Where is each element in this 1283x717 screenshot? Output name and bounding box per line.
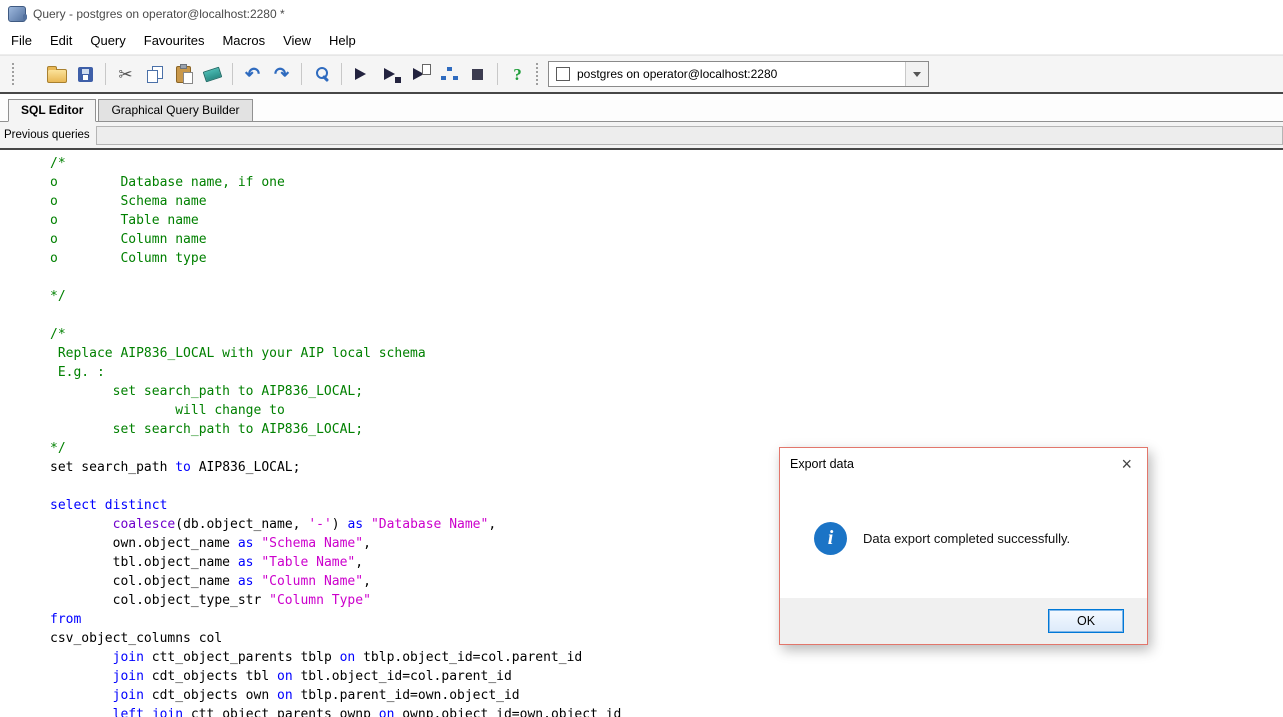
save-icon <box>78 67 93 82</box>
dialog-title-bar: Export data × <box>780 448 1147 479</box>
connection-checkbox[interactable] <box>556 67 570 81</box>
connection-combo[interactable]: postgres on operator@localhost:2280 <box>548 61 929 87</box>
tab-sql-editor[interactable]: SQL Editor <box>8 99 96 122</box>
toolbar-separator <box>341 63 342 85</box>
cancel-button[interactable] <box>464 61 491 88</box>
info-icon: i <box>814 522 847 555</box>
combo-dropdown-button[interactable] <box>905 62 928 86</box>
menu-help[interactable]: Help <box>320 29 365 52</box>
dialog-close-button[interactable]: × <box>1116 455 1137 473</box>
tab-graphical-query-builder[interactable]: Graphical Query Builder <box>98 99 252 121</box>
previous-queries-combo[interactable] <box>96 126 1283 145</box>
menu-favourites[interactable]: Favourites <box>135 29 214 52</box>
undo-icon: ↶ <box>243 64 263 84</box>
code-line: /* <box>50 325 1283 344</box>
find-button[interactable] <box>308 61 335 88</box>
toolbar-separator <box>232 63 233 85</box>
code-line: will change to <box>50 401 1283 420</box>
undo-button[interactable]: ↶ <box>239 61 266 88</box>
copy-icon <box>147 66 163 83</box>
toolbar-grip[interactable] <box>536 63 538 85</box>
code-line: set search_path to AIP836_LOCAL; <box>50 382 1283 401</box>
toolbar-grip[interactable] <box>12 63 14 85</box>
window-title: Query - postgres on operator@localhost:2… <box>33 7 285 21</box>
code-line: left join ctt_object_parents ownp on own… <box>50 705 1283 717</box>
code-line: join ctt_object_parents tblp on tblp.obj… <box>50 648 1283 667</box>
menu-bar: FileEditQueryFavouritesMacrosViewHelp <box>0 27 1283 55</box>
redo-button[interactable]: ↷ <box>268 61 295 88</box>
toolbar-separator <box>105 63 106 85</box>
cancel-icon <box>468 64 488 84</box>
code-line: join cdt_objects own on tblp.parent_id=o… <box>50 686 1283 705</box>
clear-button[interactable] <box>199 61 226 88</box>
code-line: join cdt_objects tbl on tbl.object_id=co… <box>50 667 1283 686</box>
paste-icon <box>176 66 191 83</box>
previous-queries-label: Previous queries <box>2 129 92 141</box>
code-line: o Schema name <box>50 192 1283 211</box>
code-line: set search_path to AIP836_LOCAL; <box>50 420 1283 439</box>
export-data-dialog: Export data × i Data export completed su… <box>779 447 1148 645</box>
code-line <box>50 268 1283 287</box>
previous-queries-row: Previous queries <box>0 122 1283 148</box>
title-bar: Query - postgres on operator@localhost:2… <box>0 0 1283 27</box>
find-icon <box>314 66 330 82</box>
toolbar-buttons: ✂ ↶ ↷? <box>42 61 532 88</box>
open-button[interactable] <box>43 61 70 88</box>
toolbar-separator <box>497 63 498 85</box>
execute-pgscript-button[interactable] <box>377 61 404 88</box>
save-button[interactable] <box>72 61 99 88</box>
explain-button[interactable] <box>435 61 462 88</box>
execute-to-file-icon <box>410 64 430 84</box>
dialog-message: Data export completed successfully. <box>863 531 1070 546</box>
menu-file[interactable]: File <box>2 29 41 52</box>
paste-button[interactable] <box>170 61 197 88</box>
code-line: o Column type <box>50 249 1283 268</box>
menu-macros[interactable]: Macros <box>213 29 274 52</box>
cut-icon: ✂ <box>116 64 136 84</box>
execute-pgscript-icon <box>381 64 401 84</box>
toolbar: ✂ ↶ ↷? postgres on operator@localhost:2280 <box>0 55 1283 92</box>
execute-to-file-button[interactable] <box>406 61 433 88</box>
connection-label: postgres on operator@localhost:2280 <box>577 67 777 81</box>
execute-icon <box>352 64 372 84</box>
dialog-footer: OK <box>780 598 1147 644</box>
dialog-body: i Data export completed successfully. <box>780 479 1147 598</box>
code-line: o Database name, if one <box>50 173 1283 192</box>
explain-icon <box>441 66 457 82</box>
help-button[interactable]: ? <box>504 61 531 88</box>
ok-button[interactable]: OK <box>1048 609 1124 633</box>
dialog-title: Export data <box>790 457 854 471</box>
tab-bar: SQL EditorGraphical Query Builder <box>0 94 1283 122</box>
code-line: Replace AIP836_LOCAL with your AIP local… <box>50 344 1283 363</box>
open-icon <box>47 69 67 83</box>
execute-button[interactable] <box>348 61 375 88</box>
code-line: o Column name <box>50 230 1283 249</box>
code-line <box>50 306 1283 325</box>
info-icon-glyph: i <box>828 527 834 550</box>
pgadmin-query-window: Query - postgres on operator@localhost:2… <box>0 0 1283 717</box>
redo-icon: ↷ <box>272 64 292 84</box>
code-line: E.g. : <box>50 363 1283 382</box>
chevron-down-icon <box>913 72 921 77</box>
code-line: /* <box>50 154 1283 173</box>
app-icon <box>8 6 26 22</box>
cut-button[interactable]: ✂ <box>112 61 139 88</box>
help-icon: ? <box>508 64 528 84</box>
code-line: o Table name <box>50 211 1283 230</box>
menu-query[interactable]: Query <box>81 29 134 52</box>
clear-icon <box>203 66 223 82</box>
copy-button[interactable] <box>141 61 168 88</box>
menu-view[interactable]: View <box>274 29 320 52</box>
toolbar-separator <box>301 63 302 85</box>
code-line: */ <box>50 287 1283 306</box>
menu-edit[interactable]: Edit <box>41 29 81 52</box>
